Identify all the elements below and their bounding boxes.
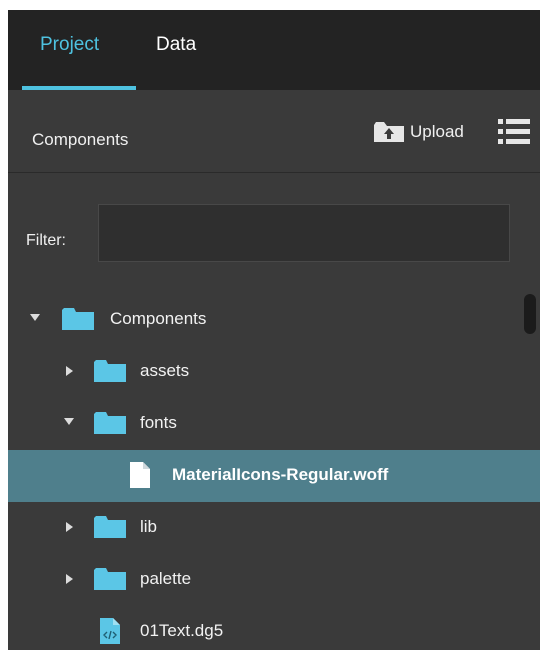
tab-project[interactable]: Project bbox=[40, 34, 99, 56]
tree-label: palette bbox=[140, 569, 192, 588]
tree-label: Components bbox=[110, 309, 207, 328]
tab-data[interactable]: Data bbox=[156, 34, 196, 56]
folder-icon bbox=[94, 516, 126, 538]
tree-row-components[interactable]: Components bbox=[8, 294, 540, 346]
expand-arrow-icon[interactable] bbox=[64, 418, 74, 425]
collapse-arrow-icon[interactable] bbox=[66, 366, 73, 376]
components-header: Components Upload bbox=[8, 90, 540, 173]
project-panel: Project Data Components Upload Filter: C… bbox=[8, 10, 540, 650]
folder-icon bbox=[94, 568, 126, 590]
collapse-arrow-icon[interactable] bbox=[66, 574, 73, 584]
upload-folder-icon bbox=[374, 122, 404, 142]
tree-label: assets bbox=[140, 361, 190, 380]
folder-icon bbox=[94, 412, 126, 434]
tree-row-fonts[interactable]: fonts bbox=[8, 398, 540, 450]
list-view-icon[interactable] bbox=[498, 118, 530, 146]
code-file-icon bbox=[100, 618, 120, 644]
filter-input[interactable] bbox=[98, 204, 510, 262]
tree-row-palette[interactable]: palette bbox=[8, 554, 540, 606]
tree-label: fonts bbox=[140, 413, 177, 432]
filter-label: Filter: bbox=[26, 232, 66, 249]
folder-icon bbox=[62, 308, 94, 330]
tree-row-materialicons-file[interactable]: MaterialIcons-Regular.woff bbox=[8, 450, 540, 502]
tree-label: 01Text.dg5 bbox=[140, 621, 224, 640]
folder-icon bbox=[94, 360, 126, 382]
expand-arrow-icon[interactable] bbox=[30, 314, 40, 321]
tree-label: lib bbox=[140, 517, 158, 536]
tree-row-lib[interactable]: lib bbox=[8, 502, 540, 554]
tree-label: MaterialIcons-Regular.woff bbox=[172, 465, 389, 484]
tree-row-assets[interactable]: assets bbox=[8, 346, 540, 398]
tab-bar: Project Data bbox=[8, 10, 540, 90]
file-icon bbox=[130, 462, 150, 488]
upload-button[interactable]: Upload bbox=[374, 120, 464, 144]
upload-label: Upload bbox=[410, 122, 464, 141]
tree-row-01text[interactable]: 01Text.dg5 bbox=[8, 606, 540, 650]
section-title: Components bbox=[32, 130, 129, 149]
collapse-arrow-icon[interactable] bbox=[66, 522, 73, 532]
